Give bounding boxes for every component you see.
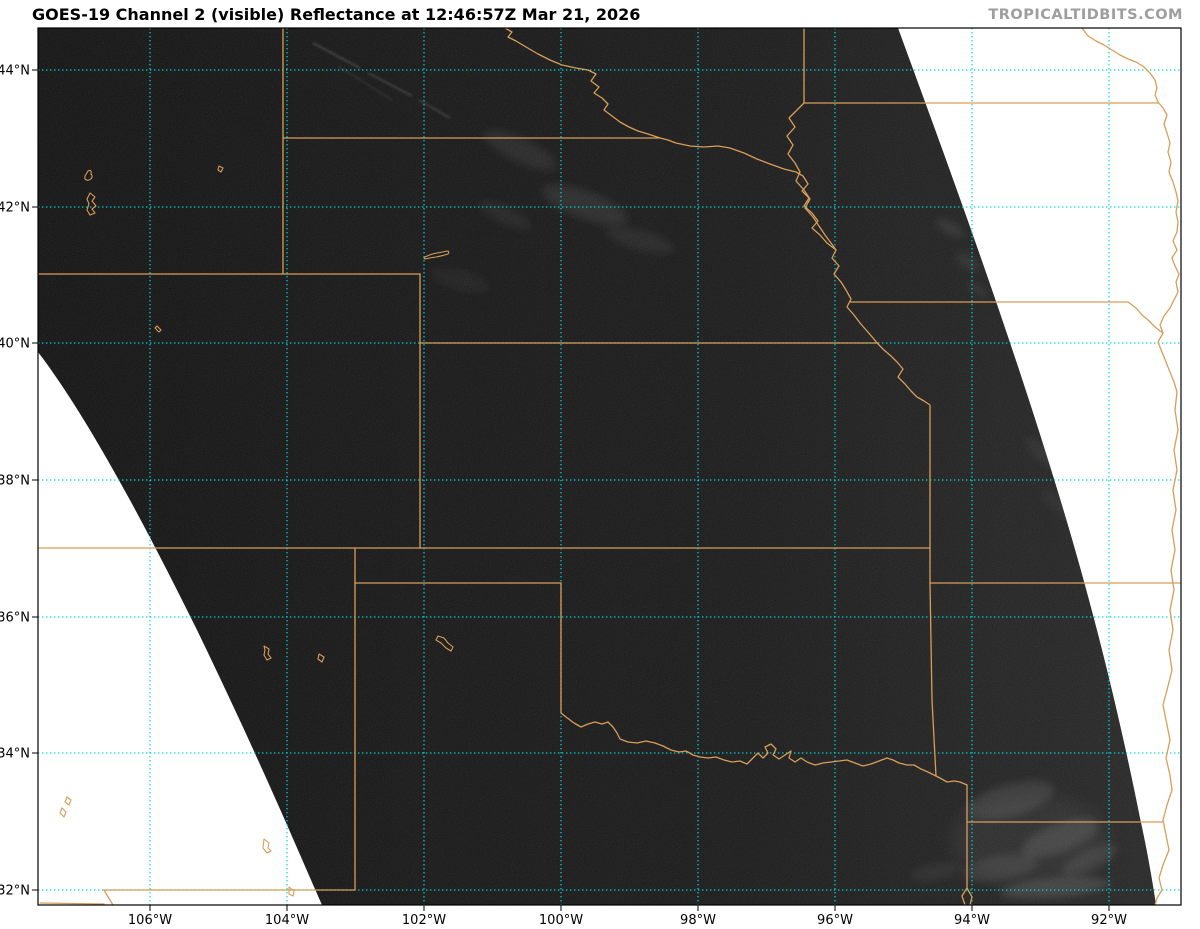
lon-label: 102°W (402, 913, 446, 928)
map-title: GOES-19 Channel 2 (visible) Reflectance … (32, 5, 640, 24)
lon-label: 100°W (539, 913, 583, 928)
lat-label: 40°N (0, 337, 30, 352)
lon-label: 98°W (680, 913, 716, 928)
lat-label: 44°N (0, 64, 30, 79)
lat-label: 42°N (0, 201, 30, 216)
cloud-haze (950, 795, 1110, 885)
lon-label: 104°W (265, 913, 309, 928)
lat-label: 38°N (0, 474, 30, 489)
lat-label: 36°N (0, 611, 30, 626)
goes-satellite-map: 44°N 42°N 40°N 38°N 36°N 34°N 32°N 106°W… (0, 0, 1200, 929)
site-watermark: TROPICALTIDBITS.COM (988, 7, 1183, 23)
lat-label: 34°N (0, 747, 30, 762)
lat-label: 32°N (0, 884, 30, 899)
lon-label: 106°W (128, 913, 172, 928)
lon-label: 92°W (1091, 913, 1127, 928)
lon-label: 94°W (954, 913, 990, 928)
lon-label: 96°W (817, 913, 853, 928)
